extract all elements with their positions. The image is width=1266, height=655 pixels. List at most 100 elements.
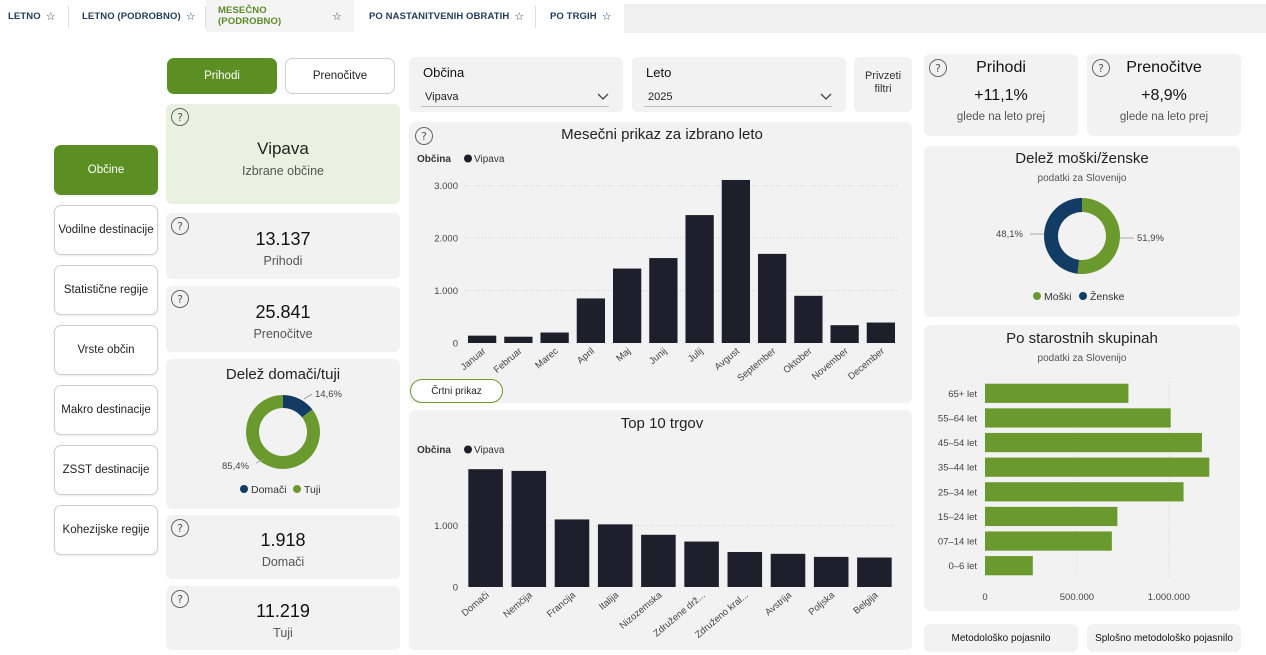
bar[interactable] [511,470,547,587]
nav-kohezijske-regije[interactable]: Kohezijske regije [54,505,158,555]
bar[interactable] [757,253,787,343]
bar[interactable] [985,531,1112,551]
y-tick-label: 0 [453,339,458,350]
bar[interactable] [597,524,633,587]
bar[interactable] [576,298,606,343]
nav-vrste-obcin[interactable]: Vrste občin [54,325,158,375]
reset-filters-button[interactable]: Privzeti filtri [854,57,912,112]
kpi-domaci-label: Domači [261,555,305,569]
age-groups-bar-chart: Po starostnih skupinah podatki za Sloven… [938,330,1210,603]
chevron-down-icon[interactable] [820,91,832,103]
bar[interactable] [985,383,1129,403]
change-prenocitve-title: Prenočitve [1126,59,1202,76]
legend-title: Občina [417,445,451,456]
kpi-prenocitve-label: Prenočitve [253,327,313,341]
bar[interactable] [468,469,503,587]
bar[interactable] [641,534,676,587]
bar[interactable] [985,457,1210,477]
bar[interactable] [612,268,642,343]
leto-dropdown[interactable]: 2025 [644,87,832,107]
bar[interactable] [794,295,823,343]
tab-po-nastanitvenih-obratih[interactable]: PO NASTANITVENIH OBRATIH ☆ [369,0,524,32]
bar[interactable] [857,557,892,587]
selected-municipality-card: ? Vipava Izbrane občine [166,104,400,204]
nav-zsst-destinacije[interactable]: ZSST destinacije [54,445,158,495]
tab-mesecno-podrobno[interactable]: MESEČNO (PODROBNO) ☆ [206,0,354,32]
bar[interactable] [649,258,678,343]
bar[interactable] [985,408,1171,428]
x-tick-label: 1.000.000 [1148,592,1190,603]
bar[interactable] [813,556,849,587]
change-prenocitve-value: +8,9% [1141,87,1187,104]
bar[interactable] [985,556,1033,576]
bar[interactable] [721,179,751,343]
chevron-down-icon[interactable] [597,91,609,103]
top10-bar-chart: Top 10 trgov Občina Vipava 0 1.000 Domači N… [417,415,896,641]
general-methodology-button[interactable]: Splošno metodološko pojasnilo [1087,624,1241,652]
help-icon[interactable]: ? [415,127,433,145]
help-icon[interactable]: ? [171,108,189,126]
line-view-button[interactable]: Črtni prikaz [410,379,503,403]
star-icon[interactable]: ☆ [514,10,524,23]
bar[interactable] [685,215,714,343]
star-icon[interactable]: ☆ [602,10,612,23]
bar[interactable] [504,336,533,343]
domestic-foreign-share-card: Delež domači/tuji 14,6% 85,4% Domači Tuj… [166,359,400,509]
bar[interactable] [770,553,806,587]
y-tick-label: 55–64 let [938,413,977,424]
x-tick-label: September [735,346,778,384]
top10-markets-card: Top 10 trgov Občina Vipava 0 1.000 Domači N… [409,410,912,650]
y-tick-label: 0 [453,583,458,594]
x-tick-label: Marec [533,346,560,372]
donut-slice-ženske[interactable] [1044,198,1082,274]
tab-po-trgih[interactable]: PO TRGIH ☆ [550,0,612,32]
nav-statisticne-regije[interactable]: Statistične regije [54,265,158,315]
y-tick-label: 0–6 let [948,561,977,572]
kpi-tuji-card: ? 11.219 Tuji [166,586,400,650]
legend-marker-domaci [240,485,248,493]
bar[interactable] [866,322,896,343]
star-icon[interactable]: ☆ [332,10,342,23]
bar[interactable] [467,335,497,343]
tab-letno[interactable]: LETNO ☆ [8,0,56,32]
kpi-prihodi-value: 13.137 [255,229,311,249]
tab-divider [68,6,69,28]
nav-vodilne-destinacije[interactable]: Vodilne destinacije [54,205,158,255]
y-tick-label: 65+ let [948,389,977,400]
bar[interactable] [684,541,719,587]
bar[interactable] [554,519,590,587]
x-tick-label: 500.000 [1060,592,1094,603]
x-tick-label: Februar [492,346,525,376]
kpi-prihodi-card: ? 13.137 Prihodi [166,213,400,279]
reset-filters-label-line1: Privzeti [864,70,902,82]
selected-municipality-caption: Izbrane občine [241,164,324,178]
methodology-button[interactable]: Metodološko pojasnilo [924,624,1078,652]
obcina-filter-label: Občina [423,65,465,80]
chart-subtitle: podatki za Slovenijo [1038,173,1127,184]
toggle-prihodi-button[interactable]: Prihodi [167,58,277,94]
y-tick-label: 45–54 let [938,438,977,449]
nav-obcine[interactable]: Občine [54,145,158,195]
chart-title: Po starostnih skupinah [1006,330,1158,347]
obcina-dropdown[interactable]: Vipava [421,87,609,107]
donut-slice-moški[interactable] [1077,198,1120,274]
bar[interactable] [727,551,763,587]
bar[interactable] [985,482,1184,502]
nav-makro-destinacije[interactable]: Makro destinacije [54,385,158,435]
change-prihodi-value: +11,1% [974,87,1028,104]
bar[interactable] [540,332,569,343]
toggle-prenocitve-button[interactable]: Prenočitve [285,58,395,94]
star-icon[interactable]: ☆ [46,10,56,23]
tab-letno-podrobno[interactable]: LETNO (PODROBNO) ☆ [82,0,196,32]
obcina-filter: Občina Vipava [409,57,623,112]
bar[interactable] [830,325,859,343]
selected-municipality-name: Vipava [257,139,309,158]
legend-marker-zenske [1079,292,1087,300]
star-icon[interactable]: ☆ [186,10,196,23]
leto-filter-label: Leto [646,65,672,80]
bar[interactable] [985,506,1118,527]
x-tick-label: Oktober [781,346,814,376]
domestic-foreign-donut-chart: Delež domači/tuji 14,6% 85,4% Domači Tuj… [222,366,342,496]
x-tick-label: 0 [982,592,987,603]
bar[interactable] [985,432,1202,453]
